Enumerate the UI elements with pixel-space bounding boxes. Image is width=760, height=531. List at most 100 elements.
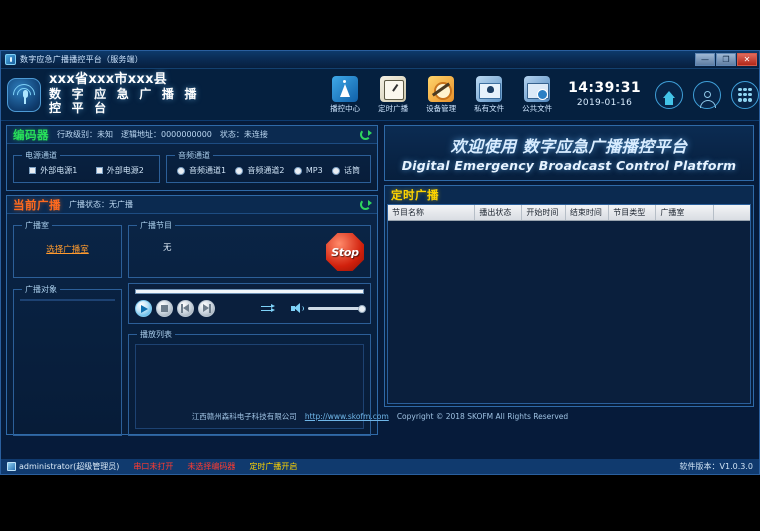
- radio-label: 音频通道2: [247, 165, 284, 176]
- minimize-button[interactable]: —: [695, 53, 715, 66]
- stop-icon: [161, 305, 168, 312]
- encoder-panel-header: 编码器 行政级别：未知 逻辑地址：0000000000 状态：未连接: [7, 126, 377, 144]
- home-button[interactable]: [655, 81, 683, 109]
- nav-item-scheduled-broadcast[interactable]: 定时广播: [374, 76, 412, 114]
- refresh-icon[interactable]: [360, 199, 371, 210]
- radio-label: 音频通道1: [189, 165, 226, 176]
- encoder-panel: 编码器 行政级别：未知 逻辑地址：0000000000 状态：未连接 电源通道: [6, 125, 378, 191]
- status-schedule: 定时广播开启: [249, 461, 297, 472]
- nav-item-broadcast-center[interactable]: 播控中心: [326, 76, 364, 114]
- welcome-line-1: 欢迎使用 数字应急广播播控平台: [450, 133, 687, 157]
- column-header-broadcast-room[interactable]: 广播室: [656, 205, 714, 221]
- welcome-banner: 欢迎使用 数字应急广播播控平台 Digital Emergency Broadc…: [384, 125, 754, 181]
- app-icon: [5, 54, 16, 65]
- broadcast-program-legend: 广播节目: [137, 220, 175, 231]
- checkbox-external-power-2[interactable]: 外部电源2: [96, 165, 144, 176]
- header-buttons: [655, 81, 759, 109]
- playlist-legend: 播放列表: [137, 329, 175, 340]
- org-title: xxx省xxx市xxx县: [49, 73, 222, 88]
- scheduled-broadcast-panel: 定时广播 节目名称 播出状态 开始时间 结束时: [384, 185, 754, 407]
- play-icon: [141, 305, 148, 313]
- refresh-icon[interactable]: [360, 129, 371, 140]
- next-track-icon: [202, 304, 211, 313]
- seek-slider[interactable]: [135, 289, 364, 294]
- media-player: [128, 283, 371, 324]
- nav-item-device-management[interactable]: 设备管理: [422, 76, 460, 114]
- broadcast-mic-icon: [7, 78, 41, 112]
- stop-sign-icon: Stop: [326, 233, 364, 271]
- home-icon: [663, 91, 675, 98]
- tower-icon: [332, 76, 358, 102]
- encoder-status: 状态：未连接: [220, 129, 268, 140]
- main-body: 编码器 行政级别：未知 逻辑地址：0000000000 状态：未连接 电源通道: [1, 121, 759, 407]
- volume-slider[interactable]: [308, 307, 364, 310]
- current-broadcast-panel: 当前广播 广播状态：无广播 广播室 选择广播室 广播对象: [6, 195, 378, 435]
- nav-label: 播控中心: [326, 103, 364, 114]
- apps-button[interactable]: [731, 81, 759, 109]
- audio-channel-legend: 音频通道: [175, 150, 213, 161]
- checkbox-external-power-1[interactable]: 外部电源1: [29, 165, 77, 176]
- application-window: 数字应急广播播控平台（服务端） — ❐ ✕ xxx省xxx市xxx县 数 字 应…: [0, 50, 760, 475]
- status-encoder: 未选择编码器: [187, 461, 235, 472]
- stop-button[interactable]: [156, 300, 173, 317]
- close-button[interactable]: ✕: [737, 53, 757, 66]
- encoder-address: 逻辑地址：0000000000: [121, 129, 212, 140]
- nav-item-public-files[interactable]: 公共文件: [518, 76, 556, 114]
- nav-label: 公共文件: [518, 103, 556, 114]
- user-icon: [704, 91, 711, 98]
- checkbox-label: 外部电源2: [107, 165, 144, 176]
- radio-audio-channel-2[interactable]: 音频通道2: [235, 165, 284, 176]
- column-header-play-status[interactable]: 播出状态: [475, 205, 522, 221]
- window-controls: — ❐ ✕: [695, 53, 757, 66]
- radio-microphone[interactable]: 话筒: [332, 165, 360, 176]
- column-header-end-time[interactable]: 结束时间: [565, 205, 608, 221]
- status-serial: 串口未打开: [133, 461, 173, 472]
- scheduled-broadcast-header: 定时广播: [385, 186, 753, 204]
- stop-broadcast-button[interactable]: Stop: [326, 233, 364, 271]
- column-header-program-type[interactable]: 节目类型: [609, 205, 656, 221]
- brand: xxx省xxx市xxx县 数 字 应 急 广 播 播 控 平 台: [1, 73, 222, 116]
- broadcast-target-list[interactable]: [20, 299, 115, 301]
- platform-title: 数 字 应 急 广 播 播 控 平 台: [49, 88, 222, 116]
- radio-mp3[interactable]: MP3: [294, 166, 323, 175]
- broadcast-status: 广播状态：无广播: [69, 199, 133, 210]
- column-header-start-time[interactable]: 开始时间: [522, 205, 565, 221]
- select-broadcast-room-link[interactable]: 选择广播室: [20, 243, 115, 255]
- broadcast-target-legend: 广播对象: [22, 284, 60, 295]
- column-header-extra[interactable]: [714, 205, 750, 221]
- table-header-row: 节目名称 播出状态 开始时间 结束时间 节目类型 广播室: [388, 205, 750, 221]
- radio-label: MP3: [306, 166, 323, 175]
- volume-icon[interactable]: [291, 303, 302, 314]
- broadcast-right-column: 广播节目 无 Stop: [128, 220, 371, 436]
- next-button[interactable]: [198, 300, 215, 317]
- broadcast-room-group: 广播室 选择广播室: [13, 220, 122, 278]
- broadcast-program-group: 广播节目 无 Stop: [128, 220, 371, 278]
- checkbox-box: [29, 167, 36, 174]
- welcome-line-2: Digital Emergency Broadcast Control Plat…: [402, 158, 737, 173]
- status-version: 软件版本：V1.0.3.0: [680, 461, 753, 472]
- play-button[interactable]: [135, 300, 152, 317]
- grid-apps-icon: [738, 88, 752, 102]
- column-header-program-name[interactable]: 节目名称: [388, 205, 475, 221]
- nav-item-private-files[interactable]: 私有文件: [470, 76, 508, 114]
- clock-icon: [380, 76, 406, 102]
- maximize-button[interactable]: ❐: [716, 53, 736, 66]
- audio-channel-group: 音频通道 音频通道1 音频通道2: [166, 150, 371, 183]
- main-nav: 播控中心 定时广播 设备管理 私有文件 公共文件: [326, 76, 556, 114]
- gear-tools-icon: [428, 76, 454, 102]
- radio-audio-channel-1[interactable]: 音频通道1: [177, 165, 226, 176]
- power-channel-legend: 电源通道: [22, 150, 60, 161]
- previous-button[interactable]: [177, 300, 194, 317]
- title-bar-left: 数字应急广播播控平台（服务端）: [1, 54, 143, 65]
- footer-url-link[interactable]: http://www.skofm.com: [305, 412, 389, 421]
- radio-dot: [332, 167, 340, 175]
- nav-label: 设备管理: [422, 103, 460, 114]
- clock: 14:39:31 2019-01-16: [568, 80, 641, 109]
- shuffle-icon[interactable]: [261, 304, 275, 314]
- previous-track-icon: [181, 304, 190, 313]
- radio-dot: [294, 167, 302, 175]
- public-folder-icon: [524, 76, 550, 102]
- footer-copyright: Copyright © 2018 SKOFM All Rights Reserv…: [397, 412, 568, 421]
- current-broadcast-title: 当前广播: [13, 197, 61, 213]
- user-button[interactable]: [693, 81, 721, 109]
